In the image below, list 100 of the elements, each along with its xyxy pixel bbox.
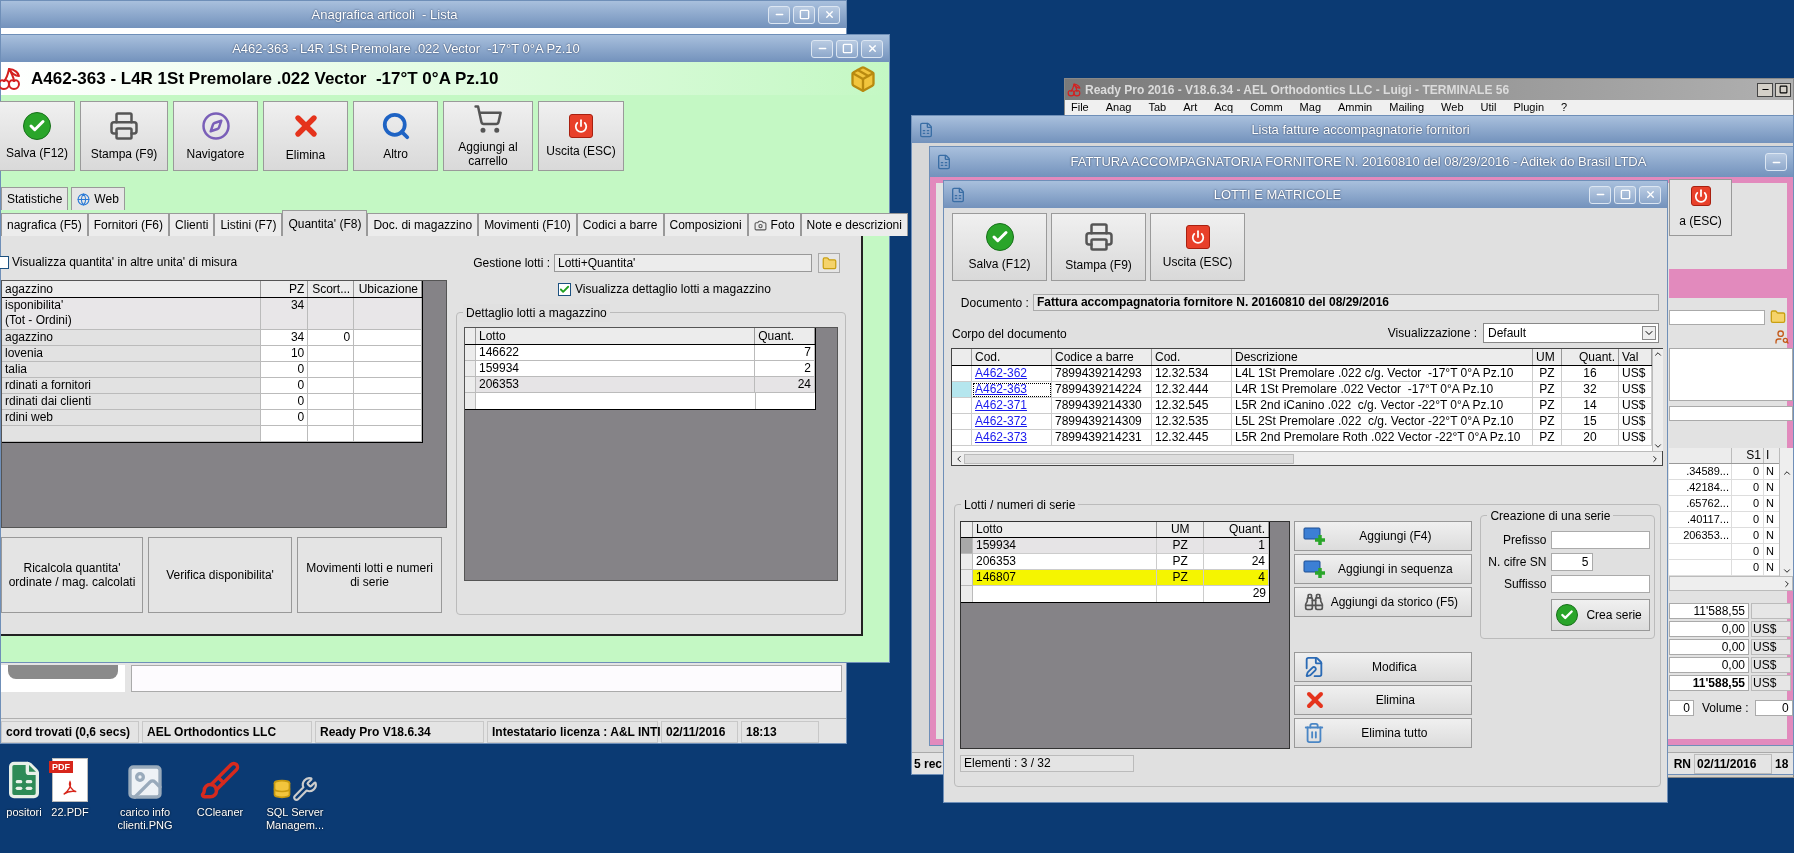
checkbox[interactable]: [0, 255, 9, 269]
column-header[interactable]: Cod.: [1152, 349, 1232, 365]
folder-icon[interactable]: [1770, 309, 1786, 325]
close-button[interactable]: [818, 5, 840, 24]
tab[interactable]: Statistiche: [1, 187, 69, 210]
tab[interactable]: Quantita' (F8): [282, 210, 368, 236]
column-header[interactable]: UM: [1533, 349, 1562, 365]
action-button[interactable]: Elimina: [1294, 685, 1473, 715]
icon-label[interactable]: SQL Server Managem...: [263, 806, 327, 832]
tab[interactable]: Note e descrizioni: [800, 213, 908, 236]
tab[interactable]: Movimenti (F10): [478, 213, 577, 236]
menu-item[interactable]: ?: [1561, 100, 1568, 116]
scrollbar[interactable]: [952, 451, 1662, 465]
input-field[interactable]: 5: [1551, 553, 1594, 571]
scrollbar[interactable]: [1669, 576, 1793, 591]
close-button[interactable]: [861, 39, 883, 58]
pdf-file-icon[interactable]: PDF: [52, 758, 88, 802]
row-indicator[interactable]: [952, 398, 972, 414]
row-indicator[interactable]: [961, 570, 973, 586]
tab[interactable]: Web: [71, 187, 125, 210]
action-button[interactable]: Verifica disponibilita': [148, 537, 292, 613]
column-header[interactable]: PZ: [261, 281, 309, 297]
text-area[interactable]: [131, 665, 842, 692]
tab[interactable]: nagrafica (F5): [1, 213, 88, 236]
action-button[interactable]: Aggiungi da storico (F5): [1294, 587, 1473, 617]
toolbar-button[interactable]: Salva (F12): [952, 213, 1047, 281]
table-row[interactable]: 159934 PZ 1: [961, 538, 1269, 554]
menu-item[interactable]: Comm: [1250, 100, 1283, 116]
menu-item[interactable]: Mag: [1299, 100, 1321, 116]
tab[interactable]: Doc. di magazzino: [367, 213, 479, 236]
input-field[interactable]: [1551, 575, 1651, 593]
scrollbar[interactable]: [1652, 349, 1663, 451]
tab[interactable]: Composizioni: [663, 213, 748, 236]
action-button[interactable]: Ricalcola quantita' ordinate / mag. calcolati: [1, 537, 143, 613]
column-header[interactable]: Cod.: [972, 349, 1052, 365]
link[interactable]: A462-372: [972, 414, 1052, 430]
tab[interactable]: Listini (F7): [214, 213, 283, 236]
scroll-thumb[interactable]: [964, 453, 1294, 464]
menu-item[interactable]: Anag: [1105, 100, 1132, 116]
scroll-left-icon[interactable]: [954, 453, 964, 464]
input-field[interactable]: [1551, 531, 1651, 549]
row-indicator[interactable]: [952, 366, 972, 382]
column-header[interactable]: Quant.: [1204, 522, 1269, 537]
column-header[interactable]: Scort...: [308, 281, 355, 297]
toolbar-button[interactable]: Uscita (ESC): [1150, 213, 1245, 281]
toolbar-button[interactable]: Elimina: [263, 101, 348, 171]
folder-button[interactable]: [818, 253, 840, 273]
tab[interactable]: Foto: [747, 213, 801, 236]
create-button[interactable]: Crea serie: [1551, 599, 1651, 631]
column-header[interactable]: Ubicazione: [354, 281, 422, 297]
menu-item[interactable]: File: [1071, 100, 1089, 116]
column-header[interactable]: agazzino: [2, 281, 262, 297]
toolbar-button[interactable]: Aggiungi al carrello: [443, 101, 533, 171]
scroll-up-icon[interactable]: [1653, 349, 1663, 359]
link[interactable]: A462-363: [972, 382, 1052, 398]
text-area[interactable]: [1669, 348, 1793, 401]
icon-label[interactable]: CCleaner: [188, 806, 252, 819]
menu-item[interactable]: Plugin: [1513, 100, 1544, 116]
column-header[interactable]: Codice a barre: [1052, 349, 1152, 365]
scroll-down-icon[interactable]: [1653, 441, 1663, 451]
scroll-right-icon[interactable]: [1650, 453, 1660, 464]
link[interactable]: A462-371: [972, 398, 1052, 414]
tab[interactable]: Clienti: [169, 213, 215, 236]
icon-label[interactable]: carico info clienti.PNG: [113, 806, 177, 832]
column-header[interactable]: Quant.: [755, 328, 815, 344]
menu-item[interactable]: Tab: [1148, 100, 1167, 116]
tab[interactable]: Fornitori (F6): [87, 213, 170, 236]
action-button[interactable]: Aggiungi in sequenza: [1294, 554, 1473, 584]
table-row[interactable]: 206353 24: [465, 377, 815, 393]
action-button[interactable]: Movimenti lotti e numeri di serie: [297, 537, 442, 613]
menu-item[interactable]: Ammin: [1338, 100, 1373, 116]
scroll-down-icon[interactable]: [1781, 566, 1792, 576]
column-header[interactable]: UM: [1157, 522, 1205, 537]
close-button[interactable]: [1639, 185, 1661, 204]
toolbar-button[interactable]: Salva (F12): [0, 101, 75, 171]
minimize-button[interactable]: [1757, 82, 1773, 97]
row-indicator[interactable]: [952, 382, 972, 398]
menu-item[interactable]: Art: [1183, 100, 1198, 116]
select-field[interactable]: Lotti+Quantita': [554, 254, 812, 272]
toolbar-button[interactable]: Altro: [353, 101, 438, 171]
toolbar-button[interactable]: Stampa (F9): [80, 101, 168, 171]
tab[interactable]: Codici a barre: [576, 213, 664, 236]
checkbox[interactable]: [558, 282, 571, 296]
toolbar-button[interactable]: Stampa (F9): [1051, 213, 1146, 281]
menu-item[interactable]: Mailing: [1389, 100, 1425, 116]
action-button[interactable]: Elimina tutto: [1294, 718, 1473, 748]
link[interactable]: A462-373: [972, 430, 1052, 446]
table-row[interactable]: 146622 7: [465, 345, 815, 361]
table-row[interactable]: 206353 PZ 24: [961, 554, 1269, 570]
row-indicator[interactable]: [952, 430, 972, 446]
row-indicator[interactable]: [961, 554, 973, 570]
link[interactable]: A462-362: [972, 366, 1052, 382]
menu-item[interactable]: Web: [1441, 100, 1464, 116]
row-indicator[interactable]: [952, 414, 972, 430]
dropdown[interactable]: Default: [1483, 323, 1659, 343]
column-header[interactable]: Descrizione: [1232, 349, 1533, 365]
toolbar-button[interactable]: Navigatore: [173, 101, 258, 171]
toolbar-button[interactable]: Uscita (ESC): [538, 101, 624, 171]
action-button[interactable]: Aggiungi (F4): [1294, 521, 1473, 551]
column-header[interactable]: Lotto: [972, 522, 1158, 537]
